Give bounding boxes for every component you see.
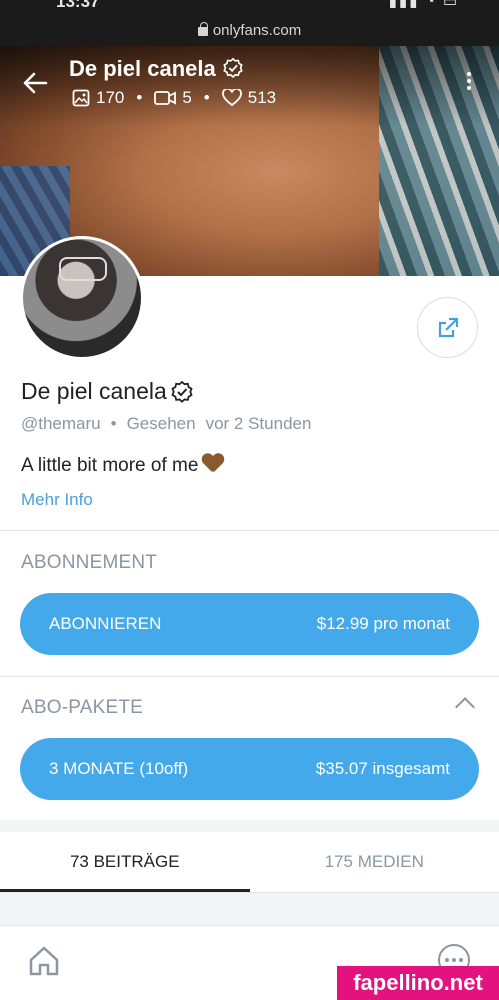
home-icon[interactable] bbox=[27, 944, 61, 978]
more-info-link[interactable]: Mehr Info bbox=[21, 490, 93, 510]
bio-text: A little bit more of me bbox=[21, 455, 199, 476]
status-icons: ▮▮▮ ◔ ▭ bbox=[388, 0, 459, 10]
browser-top-bar: 13:37 ▮▮▮ ◔ ▭ onlyfans.com bbox=[0, 0, 499, 46]
cover-name: De piel canela bbox=[69, 56, 216, 81]
tab-posts[interactable]: 73 BEITRÄGE bbox=[0, 832, 250, 892]
profile-handle: @themaru bbox=[21, 414, 101, 433]
share-button[interactable] bbox=[417, 297, 478, 358]
bundle-price: $35.07 insgesamt bbox=[315, 759, 450, 778]
verified-icon bbox=[223, 57, 243, 78]
verified-icon bbox=[171, 380, 193, 403]
image-icon bbox=[72, 89, 90, 107]
section-spacer bbox=[0, 820, 499, 832]
share-icon bbox=[438, 317, 458, 337]
feed-spacer bbox=[0, 893, 499, 925]
divider bbox=[0, 676, 499, 677]
status-time: 13:37 bbox=[56, 0, 100, 11]
avatar[interactable] bbox=[20, 236, 144, 360]
video-count: 5 bbox=[182, 88, 192, 107]
profile-meta: @themaru • Gesehen vor 2 Stunden bbox=[21, 414, 311, 434]
url-bar[interactable]: onlyfans.com bbox=[0, 22, 499, 39]
bundle-label: 3 MONATE (10off) bbox=[49, 759, 189, 778]
lock-icon bbox=[197, 22, 208, 36]
photo-count: 170 bbox=[96, 88, 125, 107]
video-icon bbox=[154, 91, 177, 105]
cover-title: De piel canela bbox=[69, 56, 244, 82]
divider bbox=[0, 530, 499, 531]
tab-media[interactable]: 175 MEDIEN bbox=[250, 832, 499, 892]
subscribe-button[interactable]: ABONNIEREN $12.99 pro monat bbox=[20, 593, 479, 655]
subscription-title: ABONNEMENT bbox=[21, 552, 158, 573]
like-count: 513 bbox=[247, 88, 277, 107]
subscribe-price: $12.99 pro monat bbox=[316, 614, 450, 633]
back-arrow-icon[interactable] bbox=[20, 68, 50, 98]
bundle-button[interactable]: 3 MONATE (10off) $35.07 insgesamt bbox=[20, 738, 479, 800]
seen-time: vor 2 Stunden bbox=[205, 414, 312, 433]
subscribe-label: ABONNIEREN bbox=[49, 614, 162, 633]
stat-separator: • bbox=[136, 88, 143, 107]
profile-bio: A little bit more of me bbox=[21, 454, 224, 477]
heart-icon bbox=[221, 89, 242, 107]
meta-separator: • bbox=[110, 414, 117, 433]
bundles-title: ABO-PAKETE bbox=[21, 697, 144, 718]
watermark: fapellino.net bbox=[337, 966, 499, 1000]
content-tabs: 73 BEITRÄGE 175 MEDIEN bbox=[0, 832, 499, 892]
url-text: onlyfans.com bbox=[212, 22, 302, 39]
cover-stats: 170 • 5 • 513 bbox=[72, 88, 276, 108]
profile-name: De piel canela bbox=[21, 378, 194, 405]
seen-label: Gesehen bbox=[126, 414, 196, 433]
brown-heart-icon bbox=[202, 454, 224, 474]
chevron-up-icon[interactable] bbox=[455, 697, 475, 717]
more-options-icon[interactable] bbox=[457, 66, 481, 96]
profile-name-text: De piel canela bbox=[21, 378, 167, 404]
stat-separator: • bbox=[203, 88, 210, 107]
